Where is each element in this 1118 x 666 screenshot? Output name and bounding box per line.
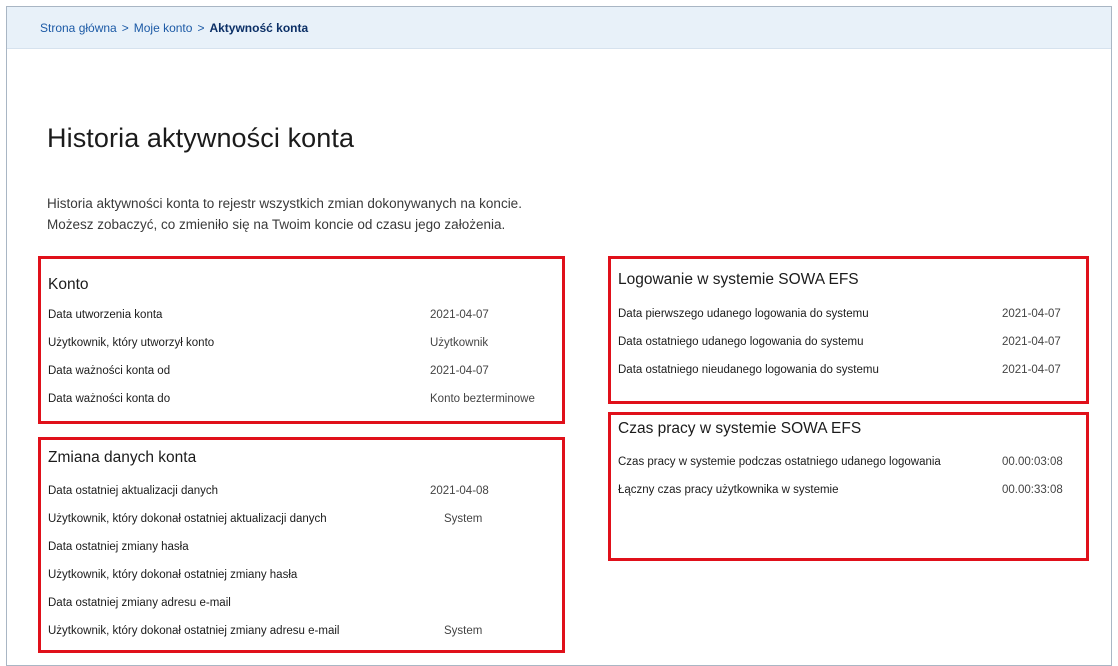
page-intro: Historia aktywności konta to rejestr wsz… xyxy=(47,193,522,235)
row-label: Data pierwszego udanego logowania do sys… xyxy=(618,308,869,320)
info-row: Data ostatniej zmiany hasła xyxy=(48,541,552,559)
info-row: Data ważności konta od 2021-04-07 xyxy=(48,365,552,383)
row-label: Czas pracy w systemie podczas ostatniego… xyxy=(618,456,941,468)
intro-line-2: Możesz zobaczyć, co zmieniło się na Twoi… xyxy=(47,217,506,232)
intro-line-1: Historia aktywności konta to rejestr wsz… xyxy=(47,196,522,211)
page-title: Historia aktywności konta xyxy=(47,123,355,153)
row-value: 00.00:33:08 xyxy=(1002,484,1063,496)
row-label: Data ważności konta od xyxy=(48,365,171,377)
account-card: Konto Data utworzenia konta 2021-04-07 U… xyxy=(38,256,565,424)
row-label: Data ostatniego nieudanego logowania do … xyxy=(618,364,879,376)
breadcrumb-separator: > xyxy=(197,20,205,35)
breadcrumb-current: Aktywność konta xyxy=(209,20,309,35)
card-title: Logowanie w systemie SOWA EFS xyxy=(618,271,859,288)
info-row: Data ważności konta do Konto bezterminow… xyxy=(48,393,552,411)
info-row: Użytkownik, który utworzył konto Użytkow… xyxy=(48,337,552,355)
row-label: Użytkownik, który dokonał ostatniej aktu… xyxy=(48,513,327,525)
row-value: 2021-04-08 xyxy=(430,485,489,497)
breadcrumb-home-link[interactable]: Strona główna xyxy=(40,21,117,35)
row-value: 2021-04-07 xyxy=(1002,308,1061,320)
card-title: Konto xyxy=(48,276,89,293)
card-title: Czas pracy w systemie SOWA EFS xyxy=(618,420,862,437)
row-value: System xyxy=(444,625,483,637)
breadcrumb: Strona główna > Moje konto > Aktywność k… xyxy=(7,7,1111,49)
info-row: Użytkownik, który dokonał ostatniej aktu… xyxy=(48,513,552,531)
row-label: Użytkownik, który dokonał ostatniej zmia… xyxy=(48,625,340,637)
info-row: Data ostatniej zmiany adresu e-mail xyxy=(48,597,552,615)
row-value: 2021-04-07 xyxy=(1002,336,1061,348)
row-label: Data ostatniej aktualizacji danych xyxy=(48,485,219,497)
row-value: 00.00:03:08 xyxy=(1002,456,1063,468)
row-label: Data ostatniej zmiany hasła xyxy=(48,541,189,553)
row-value: 2021-04-07 xyxy=(430,365,489,377)
info-row: Data ostatniego nieudanego logowania do … xyxy=(618,364,1076,382)
row-label: Data ważności konta do xyxy=(48,393,171,405)
row-label: Data ostatniego udanego logowania do sys… xyxy=(618,336,864,348)
work-time-card: Czas pracy w systemie SOWA EFS Czas prac… xyxy=(608,412,1089,561)
row-label: Użytkownik, który utworzył konto xyxy=(48,337,215,349)
info-row: Data utworzenia konta 2021-04-07 xyxy=(48,309,552,327)
row-label: Użytkownik, który dokonał ostatniej zmia… xyxy=(48,569,298,581)
info-row: Łączny czas pracy użytkownika w systemie… xyxy=(618,484,1076,502)
row-label: Data ostatniej zmiany adresu e-mail xyxy=(48,597,231,609)
info-row: Data ostatniej aktualizacji danych 2021-… xyxy=(48,485,552,503)
info-row: Czas pracy w systemie podczas ostatniego… xyxy=(618,456,1076,474)
row-value: Konto bezterminowe xyxy=(430,393,535,405)
account-changes-card: Zmiana danych konta Data ostatniej aktua… xyxy=(38,437,565,653)
breadcrumb-separator: > xyxy=(121,20,129,35)
login-card: Logowanie w systemie SOWA EFS Data pierw… xyxy=(608,256,1089,404)
breadcrumb-account-link[interactable]: Moje konto xyxy=(134,21,193,35)
card-title: Zmiana danych konta xyxy=(48,449,197,466)
info-row: Użytkownik, który dokonał ostatniej zmia… xyxy=(48,569,552,587)
row-value: 2021-04-07 xyxy=(1002,364,1061,376)
row-label: Łączny czas pracy użytkownika w systemie xyxy=(618,484,839,496)
info-row: Data pierwszego udanego logowania do sys… xyxy=(618,308,1076,326)
info-row: Data ostatniego udanego logowania do sys… xyxy=(618,336,1076,354)
info-row: Użytkownik, który dokonał ostatniej zmia… xyxy=(48,625,552,643)
row-label: Data utworzenia konta xyxy=(48,309,163,321)
row-value: Użytkownik xyxy=(430,337,489,349)
row-value: 2021-04-07 xyxy=(430,309,489,321)
row-value: System xyxy=(444,513,483,525)
